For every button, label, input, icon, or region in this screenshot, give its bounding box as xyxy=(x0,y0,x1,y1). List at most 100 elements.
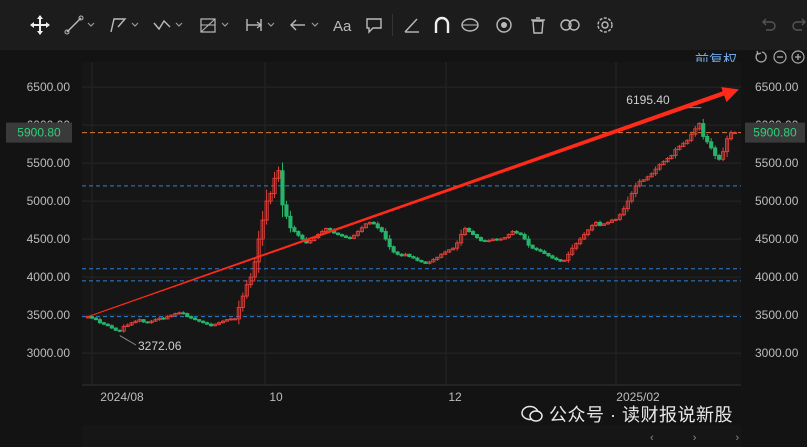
arrow-tool[interactable] xyxy=(288,10,320,40)
chevron-down-icon[interactable] xyxy=(86,20,96,30)
trend-arrow-head xyxy=(721,87,739,103)
settings-tool[interactable] xyxy=(595,10,615,40)
ruler-tool[interactable] xyxy=(402,10,422,40)
candle-body xyxy=(427,261,432,264)
candle-body xyxy=(165,316,170,320)
candle-body xyxy=(649,173,654,178)
price-label-left-bg xyxy=(6,122,72,143)
candle-body xyxy=(721,151,726,160)
candle-body xyxy=(89,316,95,319)
candle-body xyxy=(566,253,571,261)
candle-body xyxy=(367,221,372,225)
candle-body xyxy=(574,243,579,249)
candle-body xyxy=(157,317,162,321)
chevron-down-icon[interactable] xyxy=(266,20,276,30)
candle-body xyxy=(336,232,341,235)
candle-body xyxy=(609,219,615,223)
text-tool[interactable]: Aa xyxy=(332,10,352,40)
candlestick-chart[interactable]: 6500.00 6500.00 6000.00 6000.00 5500.00 5500.… xyxy=(0,0,807,447)
candle-body xyxy=(693,128,698,135)
zigzag-icon xyxy=(153,19,171,31)
y-tick-label: 4000.00 xyxy=(755,270,799,284)
candle-body xyxy=(423,261,428,264)
reset-icon[interactable] xyxy=(755,50,769,64)
candle-body xyxy=(459,234,464,244)
chart-controls xyxy=(755,50,805,64)
candle-body xyxy=(240,295,245,308)
ruler-icon xyxy=(404,18,419,33)
candle-body xyxy=(272,177,277,194)
candle-body xyxy=(320,231,325,235)
candle-body xyxy=(709,141,714,149)
zoom-out-icon[interactable] xyxy=(773,50,787,64)
comment-tool[interactable] xyxy=(364,10,384,40)
trend-line-tool[interactable] xyxy=(64,10,96,40)
candle-body xyxy=(228,318,233,321)
candle-body xyxy=(280,170,285,206)
undo-tool[interactable] xyxy=(758,10,778,40)
crosshair-tool[interactable] xyxy=(30,10,50,40)
trend-arrow-shaft xyxy=(87,91,725,318)
candle-body xyxy=(304,238,309,244)
candle-body xyxy=(141,319,146,323)
trash-tool[interactable] xyxy=(528,10,548,40)
candle-body xyxy=(617,214,622,220)
candle-body xyxy=(399,253,404,257)
chevron-down-icon[interactable] xyxy=(130,20,140,30)
candle-body xyxy=(407,253,412,258)
chevron-down-icon[interactable] xyxy=(220,20,230,30)
candle-body xyxy=(419,259,424,263)
candle-body xyxy=(665,158,670,163)
candle-body xyxy=(173,313,178,316)
lock-draw-tool[interactable] xyxy=(460,10,480,40)
candle-body xyxy=(534,247,539,251)
redo-tool[interactable] xyxy=(790,10,807,40)
candle-body xyxy=(339,234,345,237)
candle-body xyxy=(292,227,297,232)
arrow-icon xyxy=(290,19,305,31)
chevron-down-icon[interactable] xyxy=(174,20,184,30)
adjust-mode-button[interactable]: 前复权 xyxy=(695,50,737,70)
chevron-down-icon[interactable] xyxy=(310,20,320,30)
zoom-in-icon[interactable] xyxy=(791,50,805,64)
candle-body xyxy=(550,255,555,259)
candle-body xyxy=(578,238,583,245)
candle-body xyxy=(697,123,702,130)
fib-grid-tool[interactable] xyxy=(198,10,230,40)
y-tick-label: 3500.00 xyxy=(27,308,71,322)
candle-body xyxy=(85,316,91,319)
candle-body xyxy=(633,185,638,194)
candle-body xyxy=(518,232,523,235)
scroll-arrows[interactable]: ‹ › › xyxy=(650,432,757,444)
measure-tool[interactable] xyxy=(244,10,276,40)
candle-body xyxy=(300,234,305,240)
magnet-tool[interactable] xyxy=(432,10,452,40)
y-tick-label: 6000.00 xyxy=(27,118,71,132)
y-tick-label: 4500.00 xyxy=(27,232,71,246)
polyline-tool[interactable] xyxy=(108,10,140,40)
candle-body xyxy=(463,227,468,235)
candle-body xyxy=(197,319,202,322)
candle-body xyxy=(653,168,658,175)
candle-body xyxy=(359,227,364,232)
candle-body xyxy=(435,256,440,261)
candle-body xyxy=(264,200,269,221)
candle-body xyxy=(645,176,650,181)
candle-body xyxy=(125,324,130,327)
candle-body xyxy=(514,231,519,234)
lock-draw-icon xyxy=(461,18,479,32)
candle-body xyxy=(149,320,154,324)
candle-body xyxy=(145,321,150,324)
candle-body xyxy=(530,244,535,249)
zigzag-tool[interactable] xyxy=(152,10,184,40)
candle-body xyxy=(621,208,626,216)
eye-tool[interactable] xyxy=(494,10,514,40)
candle-body xyxy=(177,312,182,315)
candle-body xyxy=(510,231,515,235)
candle-body xyxy=(121,326,126,332)
y-tick-label: 5000.00 xyxy=(27,194,71,208)
candle-body xyxy=(220,320,226,324)
candle-body xyxy=(705,136,710,143)
link-tool[interactable] xyxy=(560,10,580,40)
candle-body xyxy=(717,155,722,160)
